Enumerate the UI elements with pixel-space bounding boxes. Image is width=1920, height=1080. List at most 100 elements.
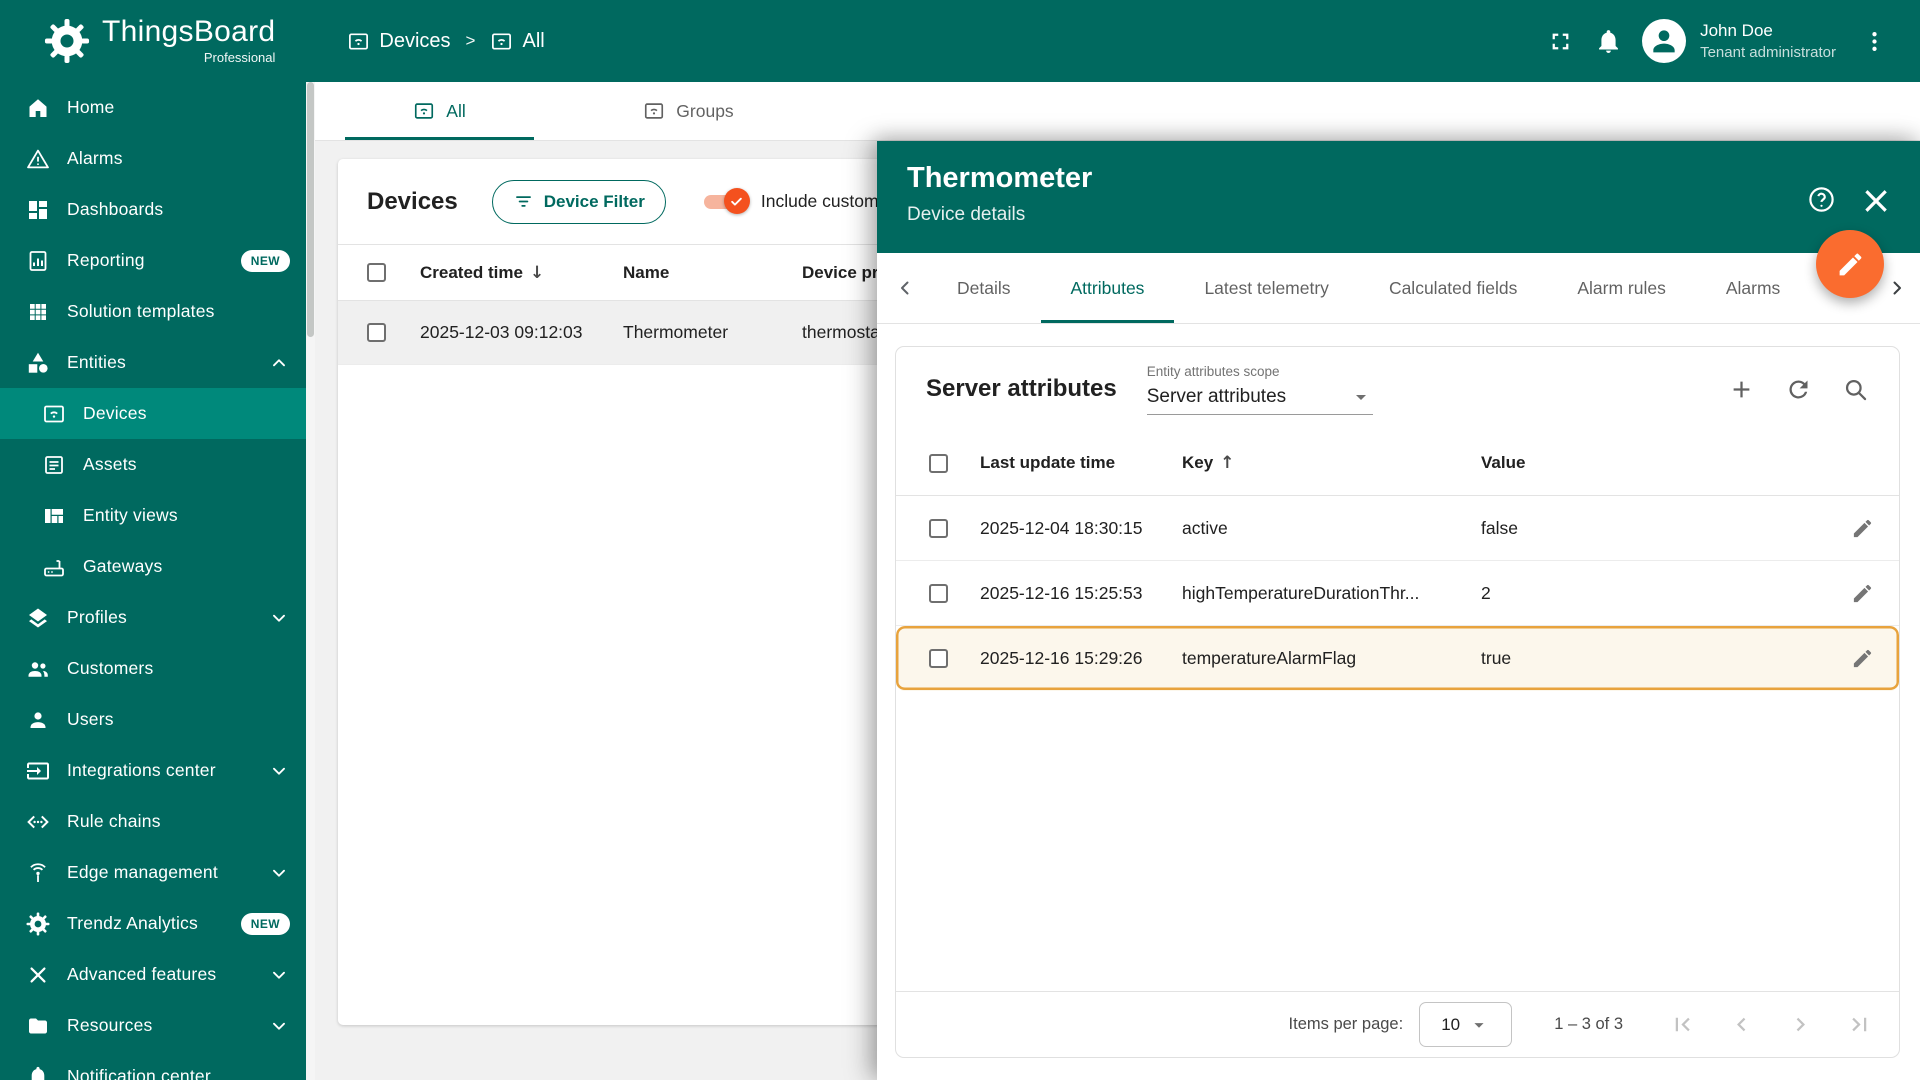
search-button[interactable] — [1842, 376, 1869, 403]
sidebar-item-entities[interactable]: Entities — [0, 337, 306, 388]
sidebar-item-gateways[interactable]: Gateways — [0, 541, 306, 592]
sidebar-item-users[interactable]: Users — [0, 694, 306, 745]
sidebar-item-label: Devices — [83, 403, 147, 423]
sidebar-item-notification-center[interactable]: Notification center — [0, 1051, 306, 1080]
panel-subtitle: Device details — [907, 204, 1026, 225]
panel-tab-alarms[interactable]: Alarms — [1696, 253, 1810, 323]
attribute-row[interactable]: 2025-12-16 15:25:53 highTemperatureDurati… — [896, 561, 1899, 626]
sidebar-item-integrations-center[interactable]: Integrations center — [0, 745, 306, 796]
sidebar-item-alarms[interactable]: Alarms — [0, 133, 306, 184]
fullscreen-icon — [1547, 28, 1574, 55]
previous-page-button[interactable] — [1728, 1011, 1755, 1038]
sidebar-item-label: Home — [67, 97, 115, 117]
select-all-checkbox[interactable] — [929, 453, 948, 473]
sidebar-item-entity-views[interactable]: Entity views — [0, 490, 306, 541]
sidebar-item-label: Edge management — [67, 862, 218, 882]
refresh-button[interactable] — [1785, 376, 1812, 403]
sidebar-item-label: Customers — [67, 658, 154, 678]
sidebar-item-dashboards[interactable]: Dashboards — [0, 184, 306, 235]
sidebar-item-customers[interactable]: Customers — [0, 643, 306, 694]
column-created-time[interactable]: Created time ↓ — [420, 263, 623, 283]
breadcrumb-separator: > — [465, 31, 476, 50]
sidebar-item-label: Assets — [83, 454, 137, 474]
filter-icon — [513, 191, 534, 212]
header-menu-button[interactable] — [1850, 17, 1898, 65]
panel-tab-details[interactable]: Details — [927, 253, 1041, 323]
select-all-checkbox[interactable] — [367, 263, 386, 282]
tab-groups[interactable]: Groups — [564, 82, 813, 140]
panel-tab-alarm-rules[interactable]: Alarm rules — [1547, 253, 1696, 323]
sort-asc-icon: ↑ — [1220, 453, 1235, 473]
sidebar-item-trendz-analytics[interactable]: Trendz Analytics NEW — [0, 898, 306, 949]
attribute-row[interactable]: 2025-12-04 18:30:15 active false — [896, 496, 1899, 561]
sidebar-item-label: Solution templates — [67, 301, 215, 321]
notifications-button[interactable] — [1584, 17, 1632, 65]
integrations-center-icon — [26, 759, 50, 783]
sidebar-item-label: Users — [67, 709, 114, 729]
column-value[interactable]: Value — [1481, 453, 1825, 473]
last-page-button[interactable] — [1846, 1011, 1873, 1038]
close-panel-button[interactable]: × — [1860, 181, 1892, 219]
tab-all[interactable]: All — [315, 82, 564, 140]
sidebar-item-reporting[interactable]: Reporting NEW — [0, 235, 306, 286]
avatar[interactable] — [1642, 19, 1687, 63]
logo-gear-icon — [44, 18, 90, 64]
row-checkbox[interactable] — [929, 648, 948, 668]
panel-tab-calculated-fields[interactable]: Calculated fields — [1359, 253, 1547, 323]
sidebar-item-advanced-features[interactable]: Advanced features — [0, 949, 306, 1000]
sidebar-item-rule-chains[interactable]: Rule chains — [0, 796, 306, 847]
devices-icon — [347, 30, 370, 53]
kebab-menu-icon — [1861, 28, 1888, 55]
sidebar-item-label: Trendz Analytics — [67, 913, 198, 933]
chevron-down-icon — [268, 1015, 290, 1037]
items-per-page-label: Items per page: — [1288, 1015, 1404, 1033]
device-filter-button[interactable]: Device Filter — [491, 179, 666, 224]
chevron-right-icon — [1885, 276, 1909, 300]
scope-select-label: Entity attributes scope — [1146, 363, 1280, 379]
tabs-scroll-left-button[interactable] — [883, 253, 927, 323]
panel-tab-latest-telemetry[interactable]: Latest telemetry — [1174, 253, 1359, 323]
sidebar-item-assets[interactable]: Assets — [0, 439, 306, 490]
edit-device-fab[interactable] — [1816, 230, 1884, 298]
scrollbar-thumb[interactable] — [307, 82, 314, 337]
thingsboard-logo[interactable]: ThingsBoard Professional — [44, 17, 275, 65]
column-key[interactable]: Key ↑ — [1182, 453, 1481, 473]
sidebar-item-edge-management[interactable]: Edge management — [0, 847, 306, 898]
row-checkbox[interactable] — [929, 583, 948, 603]
help-button[interactable] — [1807, 185, 1836, 214]
panel-tab-attributes[interactable]: Attributes — [1040, 253, 1175, 323]
row-checkbox[interactable] — [929, 518, 948, 538]
edit-attribute-icon[interactable] — [1851, 517, 1874, 540]
attr-key: active — [1182, 517, 1228, 538]
user-info[interactable]: John Doe Tenant administrator — [1700, 21, 1836, 61]
add-attribute-button[interactable] — [1728, 376, 1755, 403]
sidebar-scrollbar[interactable] — [306, 82, 315, 1080]
breadcrumb-all[interactable]: All — [490, 30, 545, 53]
breadcrumb-devices[interactable]: Devices — [347, 30, 451, 53]
first-page-button[interactable] — [1669, 1011, 1696, 1038]
device-details-panel: Thermometer Device details × Details Attr… — [877, 141, 1920, 1080]
sidebar-item-profiles[interactable]: Profiles — [0, 592, 306, 643]
logo-text: ThingsBoard Professional — [102, 17, 275, 66]
alarms-icon — [26, 147, 50, 171]
next-page-button[interactable] — [1787, 1011, 1814, 1038]
gateways-icon — [42, 555, 66, 579]
sidebar-item-label: Gateways — [83, 556, 163, 576]
edit-attribute-icon[interactable] — [1851, 647, 1874, 670]
toggle-switch[interactable] — [703, 188, 750, 214]
device-filter-label: Device Filter — [543, 191, 645, 211]
sidebar-item-solution-templates[interactable]: Solution templates — [0, 286, 306, 337]
sidebar-item-devices[interactable]: Devices — [0, 388, 306, 439]
panel-header-actions: × — [1807, 181, 1892, 219]
column-name[interactable]: Name — [623, 263, 802, 283]
sidebar-item-resources[interactable]: Resources — [0, 1000, 306, 1051]
attributes-scope-select[interactable]: Entity attributes scope Server attribute… — [1146, 363, 1373, 415]
attribute-row[interactable]: 2025-12-16 15:29:26 temperatureAlarmFlag t… — [896, 626, 1899, 691]
edit-attribute-icon[interactable] — [1851, 582, 1874, 605]
items-per-page-select[interactable]: 10 — [1419, 1002, 1513, 1047]
sidebar-item-home[interactable]: Home — [0, 82, 306, 133]
row-checkbox[interactable] — [367, 323, 386, 342]
column-last-update-time[interactable]: Last update time — [980, 453, 1182, 473]
advanced-features-icon — [26, 963, 50, 987]
fullscreen-button[interactable] — [1536, 17, 1584, 65]
